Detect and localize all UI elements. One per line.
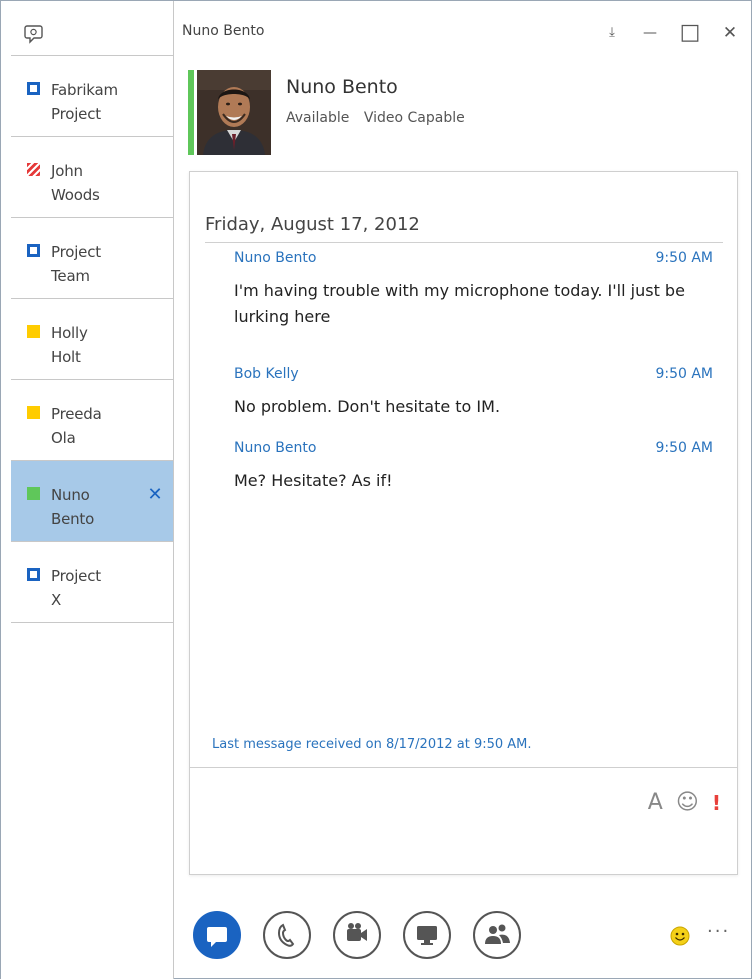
- chat-bubble-icon: [207, 927, 227, 947]
- conversation-list: Fabrikam Project John Woods Project Team…: [11, 55, 173, 623]
- im-button[interactable]: [193, 911, 241, 959]
- video-camera-icon: [347, 923, 367, 941]
- busy-status-icon: [27, 163, 40, 176]
- close-window-button[interactable]: ✕: [715, 19, 745, 47]
- message-item: Nuno Bento 9:50 AM Me? Hesitate? As if!: [234, 440, 714, 494]
- conversation-item-fabrikam-project[interactable]: Fabrikam Project: [11, 56, 173, 137]
- compose-tools: A ☺ !: [640, 790, 721, 815]
- availability-text: Available: [286, 110, 350, 126]
- video-capable-text: Video Capable: [363, 110, 465, 126]
- conversation-item-john-woods[interactable]: John Woods: [11, 137, 173, 218]
- conversation-label: Preeda Ola: [51, 405, 102, 447]
- popout-icon[interactable]: ⤓: [597, 19, 627, 47]
- high-importance-icon[interactable]: !: [712, 791, 721, 815]
- people-icon: [485, 924, 510, 944]
- conversation-item-preeda-ola[interactable]: Preeda Ola: [11, 380, 173, 461]
- call-button[interactable]: [263, 911, 311, 959]
- conversation-panel: Friday, August 17, 2012 Nuno Bento 9:50 …: [189, 171, 738, 875]
- message-compose-area[interactable]: A ☺ !: [190, 768, 737, 874]
- message-body: I'm having trouble with my microphone to…: [234, 281, 685, 326]
- emoticon-icon[interactable]: ☺: [676, 790, 699, 815]
- avatar-photo: [197, 70, 271, 155]
- maximize-button[interactable]: □: [675, 19, 705, 47]
- conversation-label: Nuno Bento: [51, 486, 95, 528]
- presence-indicator-bar: [188, 70, 194, 155]
- font-icon[interactable]: A: [648, 790, 663, 815]
- message-body: No problem. Don't hesitate to IM.: [234, 397, 501, 416]
- message-item: Bob Kelly 9:50 AM No problem. Don't hesi…: [234, 366, 714, 420]
- message-item: Nuno Bento 9:50 AM I'm having trouble wi…: [234, 250, 714, 330]
- present-button[interactable]: [403, 911, 451, 959]
- conversation-item-holly-holt[interactable]: Holly Holt: [11, 299, 173, 380]
- message-body: Me? Hesitate? As if!: [234, 471, 393, 490]
- participants-button[interactable]: [473, 911, 521, 959]
- message-time: 9:50 AM: [655, 250, 713, 266]
- conversation-label: John Woods: [51, 162, 100, 204]
- conversation-window: Fabrikam Project John Woods Project Team…: [0, 0, 752, 979]
- app-logo-icon: [24, 25, 43, 44]
- message-time: 9:50 AM: [655, 440, 713, 456]
- more-options-button[interactable]: ···: [707, 921, 730, 942]
- available-status-icon: [27, 487, 40, 500]
- contact-name[interactable]: Nuno Bento: [286, 76, 398, 98]
- conversation-label: Project Team: [51, 243, 101, 285]
- conversation-label: Holly Holt: [51, 324, 88, 366]
- away-status-icon: [27, 325, 40, 338]
- im-status-icon: [27, 244, 40, 257]
- message-time: 9:50 AM: [655, 366, 713, 382]
- conversation-item-project-x[interactable]: Project X: [11, 542, 173, 623]
- conversation-item-nuno-bento[interactable]: Nuno Bento ✕: [11, 461, 173, 542]
- conversation-label: Fabrikam Project: [51, 81, 118, 123]
- conversation-toolbar: ···: [189, 897, 749, 961]
- monitor-icon: [417, 926, 437, 945]
- smiley-icon[interactable]: [669, 925, 691, 947]
- contact-avatar[interactable]: [197, 70, 271, 155]
- minimize-button[interactable]: —: [635, 19, 665, 47]
- im-status-icon: [27, 568, 40, 581]
- message-sender[interactable]: Nuno Bento: [234, 440, 714, 460]
- date-divider: [205, 242, 723, 243]
- message-sender[interactable]: Bob Kelly: [234, 366, 714, 386]
- away-status-icon: [27, 406, 40, 419]
- window-title: Nuno Bento: [182, 23, 265, 39]
- conversation-label: Project X: [51, 567, 101, 609]
- conversation-date: Friday, August 17, 2012: [205, 214, 420, 235]
- last-message-received: Last message received on 8/17/2012 at 9:…: [212, 737, 532, 752]
- message-sender[interactable]: Nuno Bento: [234, 250, 714, 270]
- conversation-item-project-team[interactable]: Project Team: [11, 218, 173, 299]
- conversation-sidebar: Fabrikam Project John Woods Project Team…: [1, 1, 174, 979]
- im-status-icon: [27, 82, 40, 95]
- video-button[interactable]: [333, 911, 381, 959]
- close-conversation-icon[interactable]: ✕: [147, 486, 163, 504]
- contact-status-line: Available Video Capable: [286, 110, 465, 126]
- window-controls: ⤓ — □ ✕: [597, 19, 747, 47]
- phone-icon: [277, 923, 295, 947]
